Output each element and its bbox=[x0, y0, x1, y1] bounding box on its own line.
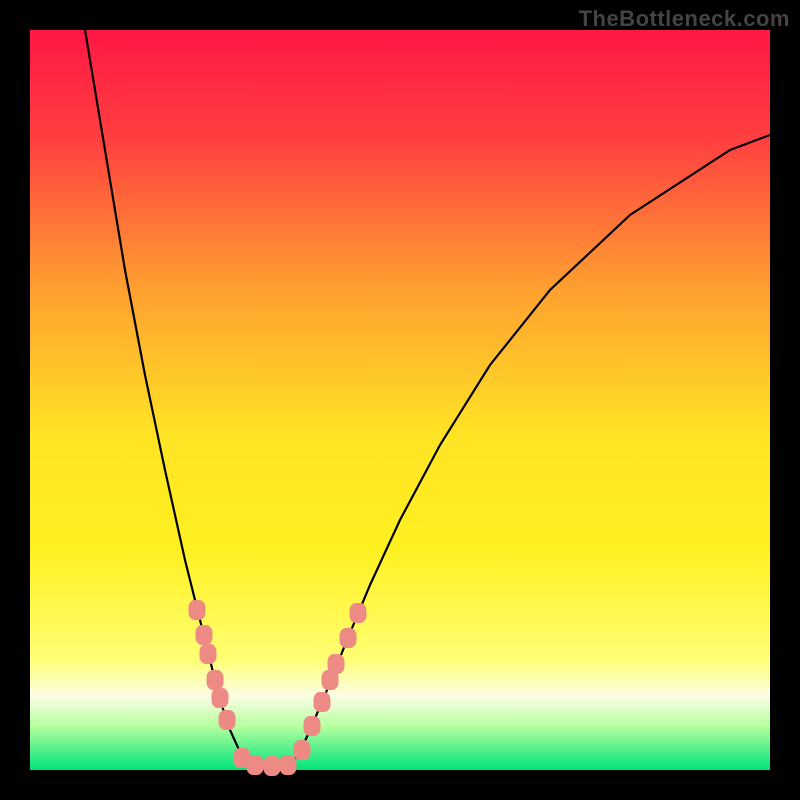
data-marker bbox=[207, 670, 224, 690]
data-marker bbox=[212, 688, 229, 708]
data-marker bbox=[264, 756, 281, 776]
chart-frame: TheBottleneck.com bbox=[0, 0, 800, 800]
data-marker bbox=[247, 755, 264, 775]
data-marker bbox=[196, 625, 213, 645]
data-marker bbox=[328, 654, 345, 674]
data-marker bbox=[280, 755, 297, 775]
left-curve bbox=[85, 30, 250, 766]
data-marker bbox=[219, 710, 236, 730]
data-marker bbox=[314, 692, 331, 712]
watermark-text: TheBottleneck.com bbox=[579, 6, 790, 32]
data-marker bbox=[340, 628, 357, 648]
right-curve bbox=[290, 135, 770, 766]
data-marker bbox=[200, 644, 217, 664]
data-marker bbox=[189, 600, 206, 620]
curve-layer bbox=[30, 30, 770, 770]
data-marker bbox=[294, 740, 311, 760]
data-marker bbox=[304, 716, 321, 736]
data-marker bbox=[350, 603, 367, 623]
plot-area bbox=[30, 30, 770, 770]
